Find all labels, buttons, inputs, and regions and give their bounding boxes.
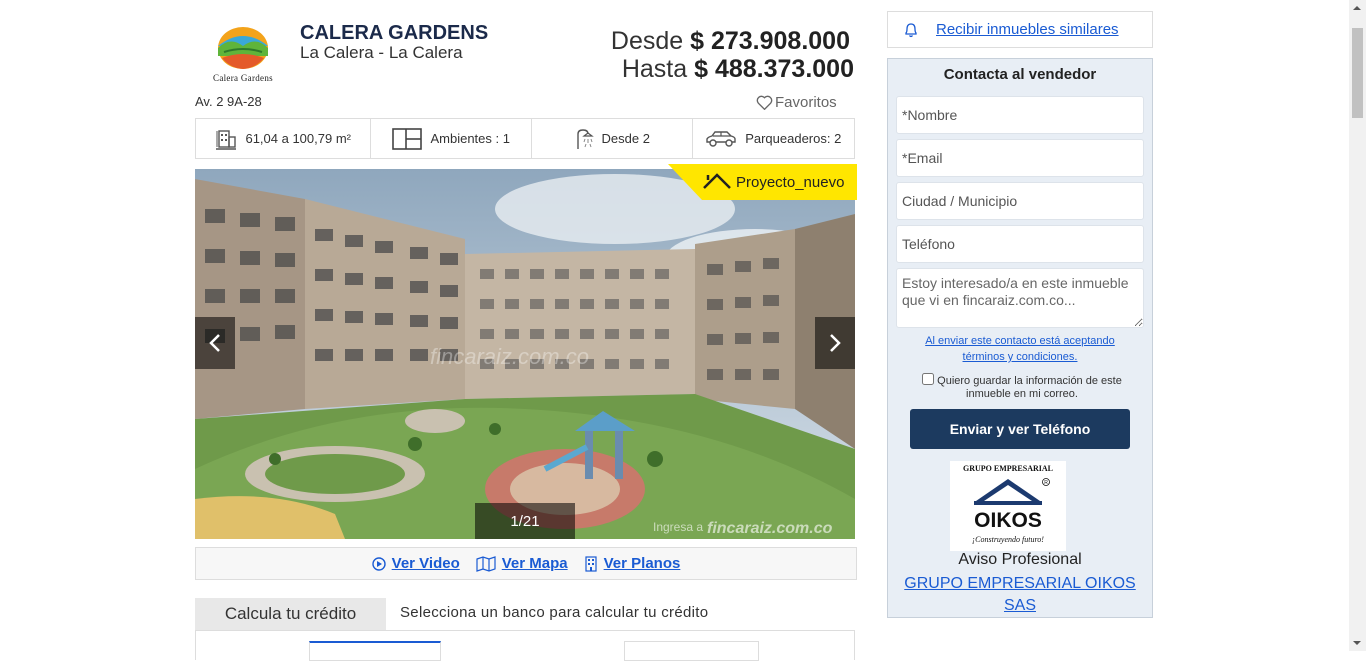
- feature-parking: Parqueaderos: 2: [693, 119, 855, 158]
- phone-field[interactable]: [896, 225, 1144, 263]
- price-to-label: Hasta: [621, 55, 688, 83]
- project-logo-text: Calera Gardens: [213, 73, 273, 83]
- terms-link[interactable]: Al enviar este contacto está aceptando t…: [908, 333, 1132, 365]
- credit-tab[interactable]: Calcula tu crédito: [195, 598, 386, 630]
- bank-option[interactable]: [309, 641, 441, 661]
- roof-icon: [703, 173, 731, 189]
- car-icon: [706, 130, 736, 147]
- seller-type: Aviso Profesional: [958, 551, 1082, 568]
- save-info-option[interactable]: Quiero guardar la información de este in…: [912, 373, 1132, 401]
- area-icon: [216, 129, 237, 150]
- feature-parking-label: Parqueaderos: 2: [745, 131, 842, 146]
- credit-prompt: Selecciona un banco para calcular tu cré…: [400, 604, 709, 621]
- feature-rooms: Ambientes : 1: [371, 119, 532, 158]
- shower-icon: [576, 128, 594, 149]
- property-address: Av. 2 9A-28: [195, 94, 262, 109]
- similar-alert-box: Recibir inmuebles similares: [887, 11, 1153, 48]
- feature-area-label: 61,04 a 100,79 m²: [245, 131, 351, 146]
- new-project-label: Proyecto_nuevo: [736, 173, 845, 191]
- view-map-link[interactable]: Ver Mapa: [476, 555, 568, 572]
- price-to-value: $ 488.373.000: [694, 55, 854, 83]
- view-video-label: Ver Video: [391, 555, 460, 572]
- view-plans-label: Ver Planos: [603, 555, 681, 572]
- feature-rooms-label: Ambientes : 1: [430, 131, 510, 146]
- svg-text:fincaraiz.com.co: fincaraiz.com.co: [707, 520, 833, 537]
- project-location: La Calera - La Calera: [300, 43, 463, 62]
- message-field[interactable]: [896, 268, 1144, 328]
- bell-icon: [905, 22, 917, 37]
- features-bar: 61,04 a 100,79 m² Ambientes : 1 Desde 2: [195, 118, 855, 159]
- chevron-left-icon: [209, 334, 220, 352]
- chevron-right-icon: [830, 334, 841, 352]
- svg-text:Ingresa a: Ingresa a: [653, 520, 703, 534]
- gallery-next-button[interactable]: [815, 317, 855, 369]
- seller-logo-top: GRUPO EMPRESARIAL: [963, 464, 1053, 473]
- project-logo-graphic: [218, 27, 268, 69]
- price-from-label: Desde: [610, 27, 684, 55]
- view-video-link[interactable]: Ver Video: [371, 555, 460, 572]
- email-field[interactable]: [896, 139, 1144, 177]
- price-to: Hasta $ 488.373.000: [622, 55, 854, 84]
- svg-text:R: R: [1044, 480, 1048, 486]
- seller-logo-graphic: GRUPO EMPRESARIAL R OIKOS ¡Construyendo …: [963, 464, 1053, 544]
- heart-icon: [756, 95, 773, 110]
- bank-option[interactable]: [624, 641, 759, 661]
- favorites-label: Favoritos: [775, 94, 837, 111]
- credit-bank-list: [195, 630, 855, 661]
- map-icon: [476, 555, 496, 572]
- credit-section: Calcula tu crédito Selecciona un banco p…: [195, 598, 855, 630]
- seller-logo-slogan: ¡Construyendo futuro!: [972, 535, 1044, 544]
- feature-baths-label: Desde 2: [601, 131, 650, 146]
- gallery-prev-button[interactable]: [195, 317, 235, 369]
- city-field[interactable]: [896, 182, 1144, 220]
- feature-area: 61,04 a 100,79 m²: [196, 119, 372, 158]
- rooms-icon: [392, 127, 423, 150]
- view-map-label: Ver Mapa: [501, 555, 568, 572]
- svg-text:fincaraiz.com.co: fincaraiz.com.co: [430, 344, 589, 369]
- send-contact-button[interactable]: Enviar y ver Teléfono: [910, 409, 1130, 449]
- scrollbar-thumb[interactable]: [1352, 28, 1363, 118]
- property-photo: fincaraiz.com.co Ingresa a fincaraiz.com…: [195, 169, 855, 539]
- gallery-counter: 1/21: [475, 503, 575, 539]
- seller-logo: GRUPO EMPRESARIAL R OIKOS ¡Construyendo …: [950, 461, 1066, 551]
- photo-gallery[interactable]: fincaraiz.com.co Ingresa a fincaraiz.com…: [195, 169, 855, 539]
- play-icon: [371, 556, 386, 571]
- seller-name-link[interactable]: GRUPO EMPRESARIAL OIKOS SAS: [904, 573, 1136, 617]
- favorites-button[interactable]: Favoritos: [756, 94, 837, 111]
- scroll-down-icon[interactable]: [1353, 641, 1361, 645]
- similar-properties-link[interactable]: Recibir inmuebles similares: [936, 21, 1119, 38]
- contact-title: Contacta al vendedor: [943, 66, 1097, 83]
- price-from-value: $ 273.908.000: [690, 27, 850, 55]
- scroll-up-icon[interactable]: [1353, 6, 1361, 10]
- name-field[interactable]: [896, 96, 1144, 134]
- project-title: CALERA GARDENS: [300, 22, 489, 44]
- page-scrollbar[interactable]: [1349, 0, 1366, 651]
- building-icon: [585, 555, 597, 572]
- seller-logo-name: OIKOS: [974, 509, 1042, 532]
- save-info-label: Quiero guardar la información de este in…: [937, 375, 1122, 400]
- contact-form: Contacta al vendedor Al enviar este cont…: [887, 58, 1153, 618]
- save-info-checkbox[interactable]: [922, 373, 935, 385]
- media-links: Ver Video Ver Mapa Ver Planos: [195, 547, 857, 580]
- price-from: Desde $ 273.908.000: [611, 27, 850, 56]
- feature-baths: Desde 2: [532, 119, 693, 158]
- view-plans-link[interactable]: Ver Planos: [584, 555, 681, 572]
